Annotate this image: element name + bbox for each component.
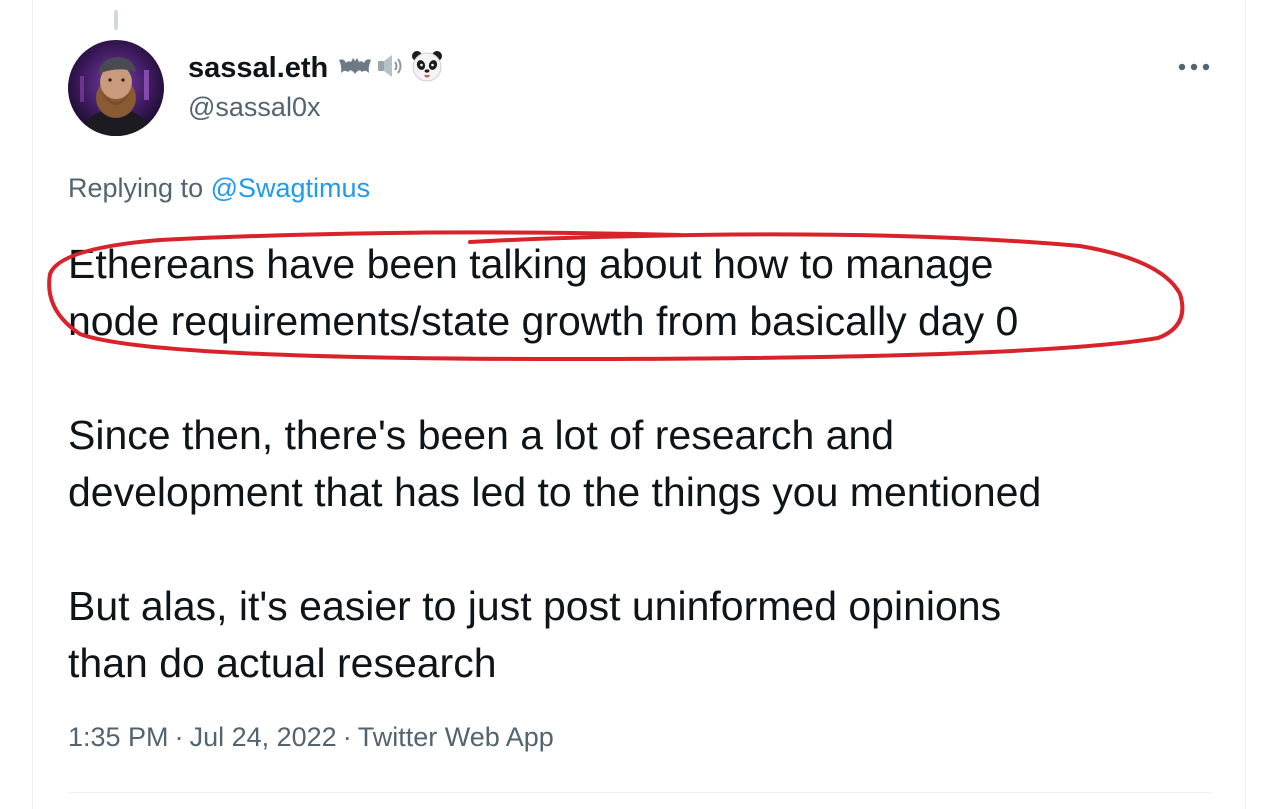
tweet-time[interactable]: 1:35 PM (68, 722, 169, 753)
divider (68, 792, 1212, 793)
author-handle[interactable]: @sassal0x (188, 92, 320, 123)
display-name[interactable]: sassal.eth (188, 52, 328, 85)
replying-to: Replying to @Swagtimus (68, 173, 370, 204)
avatar[interactable] (68, 40, 164, 136)
replying-to-label: Replying to (68, 173, 204, 203)
avatar-image (68, 40, 164, 136)
tweet-text: Ethereans have been talking about how to… (68, 236, 1198, 692)
more-dots-icon (1178, 63, 1210, 71)
meta-separator: · (174, 722, 184, 752)
thread-connector-line (114, 10, 118, 30)
tweet-source[interactable]: Twitter Web App (358, 722, 554, 753)
tweet-date[interactable]: Jul 24, 2022 (190, 722, 337, 753)
panda-icon (410, 49, 444, 88)
tweet-line: node requirements/state growth from basi… (68, 298, 1019, 344)
name-emojis (338, 49, 444, 88)
more-options-button[interactable] (1172, 50, 1216, 84)
tweet-line: Ethereans have been talking about how to… (68, 241, 994, 287)
reply-mention-link[interactable]: @Swagtimus (211, 173, 370, 203)
page: sassal.eth @sassal0x Replying to @Swagti… (0, 0, 1280, 809)
tweet-meta: 1:35 PM · Jul 24, 2022 · Twitter Web App (68, 722, 554, 753)
tweet-line: But alas, it's easier to just post uninf… (68, 583, 1002, 629)
speaker-icon (376, 53, 406, 84)
tweet-line: Since then, there's been a lot of resear… (68, 412, 895, 458)
meta-separator: · (342, 722, 352, 752)
tweet-line: development that has led to the things y… (68, 469, 1042, 515)
author-name-row: sassal.eth (188, 48, 444, 88)
bat-icon (338, 54, 372, 83)
tweet-line: than do actual research (68, 640, 497, 686)
